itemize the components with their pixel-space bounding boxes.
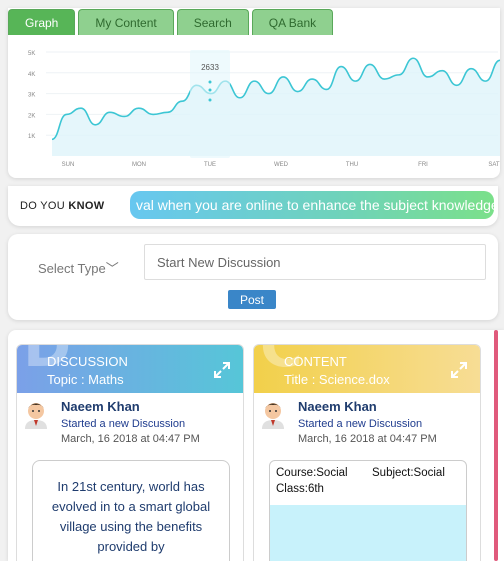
post-date: March, 16 2018 at 04:47 PM (298, 433, 437, 445)
avatar (25, 403, 47, 429)
tab-qa-bank[interactable]: QA Bank (251, 9, 334, 35)
post-button[interactable]: Post (228, 290, 276, 309)
activity-chart: 1K 2K 3K 4K 5K SUN MON TUE WED THU FRI SAT 2633 (26, 48, 500, 178)
ticker-text: val when you are online to enhance the s… (136, 197, 494, 213)
card-topic: Topic : Maths (47, 372, 124, 387)
x-tick-label: FRI (418, 162, 428, 168)
tab-search[interactable]: Search (176, 9, 249, 35)
x-tick-label: WED (274, 162, 289, 168)
chevron-down-icon: ﹀ (105, 261, 119, 276)
expand-icon[interactable] (213, 361, 231, 379)
content-course: Course:Social (276, 467, 348, 479)
tab-my-content[interactable]: My Content (78, 9, 174, 35)
card-watermark-letter: C (260, 344, 303, 380)
author-action: Started a new Discussion (298, 418, 423, 430)
card-watermark-letter: D (23, 344, 72, 380)
x-tick-label: MON (132, 162, 146, 168)
content-class: Class:6th (276, 483, 324, 495)
author-row: Naeem Khan Started a new Discussion Marc… (254, 393, 480, 449)
discussion-body: In 21st century, world has evolved in to… (32, 460, 230, 561)
discussion-composer: Select Type﹀ Post (8, 234, 498, 320)
tab-graph[interactable]: Graph (8, 9, 76, 35)
x-tick-label: SAT (488, 162, 500, 168)
y-tick-label: 1K (28, 134, 35, 140)
do-you-know-bar: DO YOU KNOW val when you are online to e… (8, 186, 498, 226)
post-date: March, 16 2018 at 04:47 PM (61, 433, 200, 445)
page: Graph My Content Search QA Bank 1K 2K 3K 4K… (0, 0, 504, 561)
author-row: Naeem Khan Started a new Discussion Marc… (17, 393, 243, 449)
y-tick-label: 5K (28, 51, 35, 57)
new-discussion-input[interactable] (144, 244, 486, 280)
chart-svg: 1K 2K 3K 4K 5K SUN MON TUE WED THU FRI SAT 2633 (28, 50, 500, 168)
content-thumbnail (270, 505, 466, 561)
author-name[interactable]: Naeem Khan (298, 399, 377, 414)
author-name[interactable]: Naeem Khan (61, 399, 140, 414)
y-tick-label: 3K (28, 93, 35, 99)
y-tick-label: 4K (28, 72, 35, 78)
tooltip-marker (208, 98, 212, 102)
tooltip-marker (208, 80, 212, 84)
x-tick-label: THU (346, 162, 358, 168)
content-meta: Course:Social Subject:Social Class:6th (270, 461, 466, 505)
card-header: D DISCUSSION Topic : Maths (17, 345, 243, 393)
card-title: Title : Science.dox (284, 372, 390, 387)
author-action: Started a new Discussion (61, 418, 186, 430)
content-card[interactable]: C CONTENT Title : Science.dox Naeem Khan… (253, 344, 481, 561)
do-you-know-label: DO YOU KNOW (20, 200, 105, 212)
y-tick-label: 2K (28, 113, 35, 119)
x-tick-label: SUN (62, 162, 75, 168)
activity-feed: D DISCUSSION Topic : Maths Naeem Khan St… (8, 330, 504, 561)
card-type: DISCUSSION (47, 354, 128, 369)
feed-scrollbar[interactable] (494, 330, 498, 561)
tooltip-marker (208, 88, 212, 92)
card-type: CONTENT (284, 354, 347, 369)
content-preview-box[interactable]: Course:Social Subject:Social Class:6th (269, 460, 467, 561)
x-tick-label: TUE (204, 162, 216, 168)
expand-icon[interactable] (450, 361, 468, 379)
tooltip-value: 2633 (201, 63, 219, 72)
select-type-dropdown[interactable]: Select Type﹀ (38, 258, 119, 277)
do-you-know-ticker: val when you are online to enhance the s… (130, 191, 494, 219)
tab-bar: Graph My Content Search QA Bank (8, 9, 334, 35)
avatar (262, 403, 284, 429)
discussion-card[interactable]: D DISCUSSION Topic : Maths Naeem Khan St… (16, 344, 244, 561)
card-header: C CONTENT Title : Science.dox (254, 345, 480, 393)
content-subject: Subject:Social (372, 467, 445, 479)
